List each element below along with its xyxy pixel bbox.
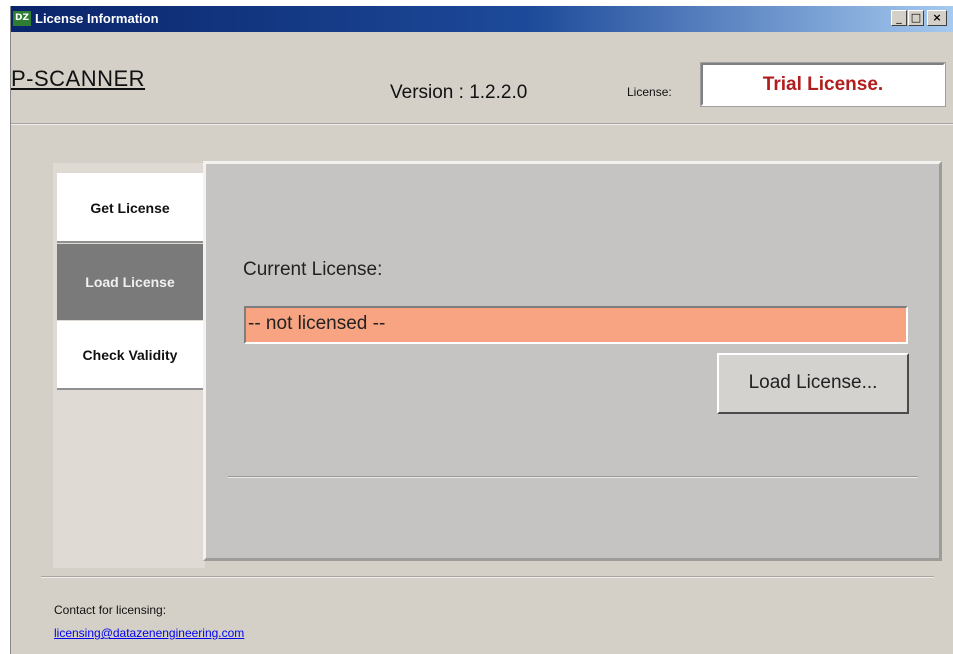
current-license-field[interactable]: -- not licensed -- — [244, 306, 908, 344]
version-label: Version : 1.2.2.0 — [390, 82, 528, 103]
header-divider — [11, 123, 953, 125]
contact-email-link[interactable]: licensing@datazenengineering.com — [54, 626, 244, 640]
current-license-label: Current License: — [243, 259, 383, 280]
minimize-button[interactable]: _ — [891, 10, 907, 26]
footer-divider — [41, 576, 934, 578]
tab-load-license[interactable]: Load License — [57, 244, 203, 320]
maximize-button[interactable]: □ — [908, 10, 924, 26]
app-logo-icon: DZ — [13, 11, 31, 26]
tab-list: Get License Load License Check Validity — [53, 163, 205, 568]
close-button[interactable]: × — [927, 10, 947, 26]
tab-get-license[interactable]: Get License — [57, 173, 203, 243]
load-license-button[interactable]: Load License... — [717, 353, 909, 414]
tab-check-validity[interactable]: Check Validity — [57, 321, 203, 390]
license-status-field: Trial License. — [700, 62, 946, 107]
panel-divider — [228, 476, 918, 478]
window-title: License Information — [35, 11, 159, 26]
contact-label: Contact for licensing: — [54, 603, 167, 617]
title-bar[interactable]: DZ License Information _ □ × — [11, 6, 953, 32]
load-license-panel: Current License: -- not licensed -- Load… — [203, 161, 942, 561]
license-window: DZ License Information _ □ × P-SCANNER V… — [10, 6, 953, 654]
license-caption: License: — [627, 85, 672, 99]
app-name: P-SCANNER — [11, 66, 146, 91]
